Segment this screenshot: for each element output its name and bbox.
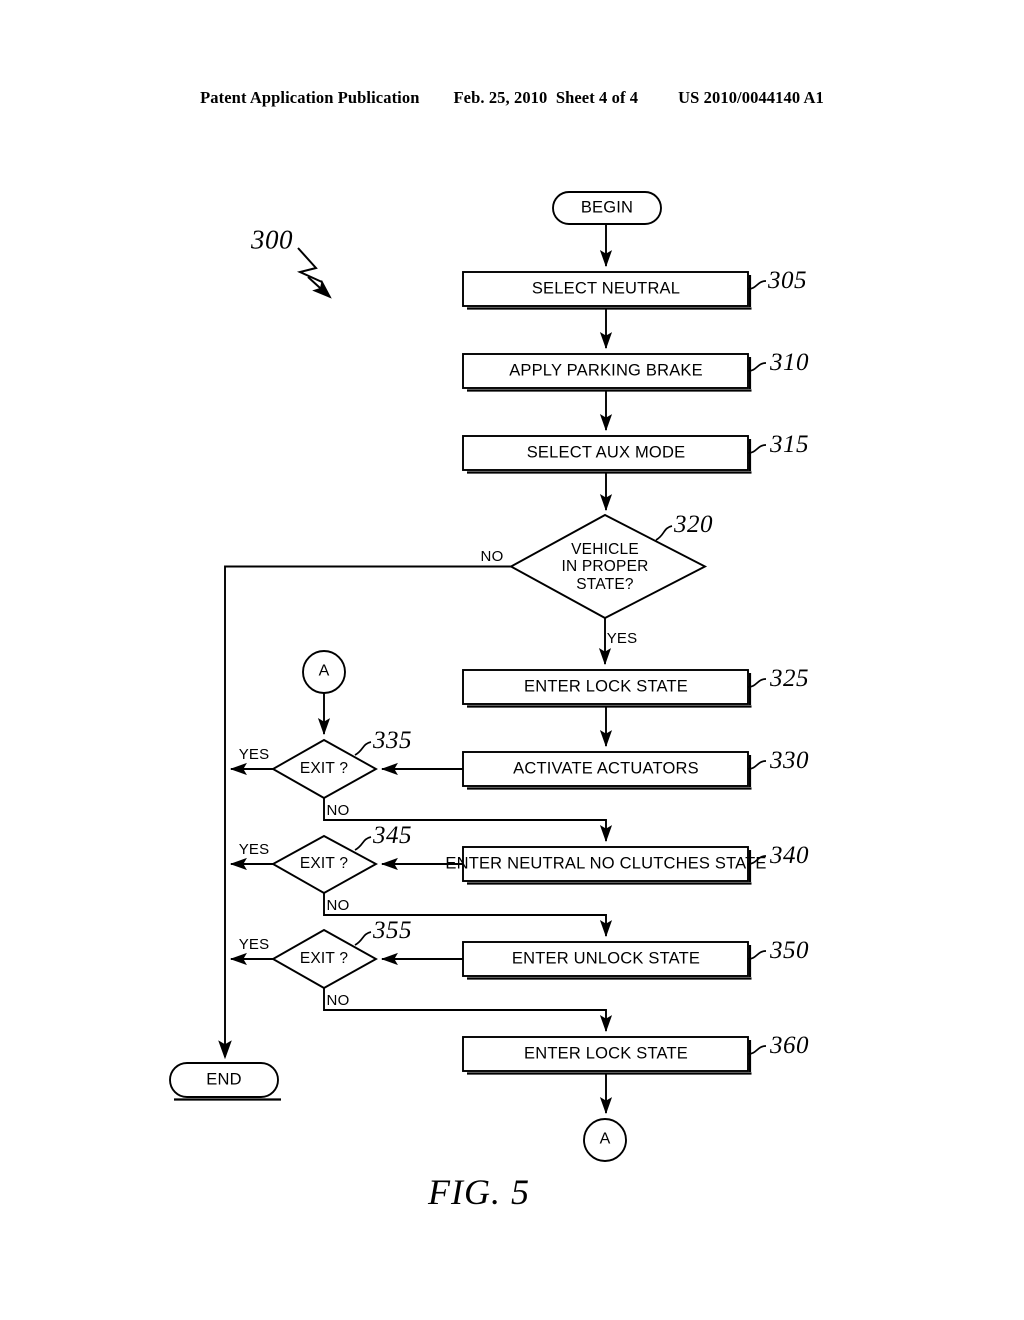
process-step-310-label: APPLY PARKING BRAKE <box>509 361 703 380</box>
decision-320-no-label: NO <box>480 548 504 566</box>
flow-arrows <box>317 224 613 1115</box>
reference-numeral-330: 330 <box>770 747 809 774</box>
reference-numeral-320: 320 <box>674 511 713 538</box>
process-step-315-label: SELECT AUX MODE <box>526 443 686 462</box>
reference-numeral-325: 325 <box>770 665 809 692</box>
decision-355-no-label: NO <box>326 992 350 1010</box>
flowchart-linework <box>169 191 767 1162</box>
process-step-330-label: ACTIVATE ACTUATORS <box>513 759 699 778</box>
reference-numeral-305: 305 <box>768 267 807 294</box>
reference-leaders <box>354 280 767 1055</box>
decision-335-no-label: NO <box>326 802 350 820</box>
reference-numeral-340: 340 <box>770 842 809 869</box>
process-step-350-label: ENTER UNLOCK STATE <box>511 949 701 968</box>
reference-numeral-315: 315 <box>770 431 809 458</box>
connector-a-top-label: A <box>318 662 330 680</box>
decision-345-label: EXIT ? <box>299 854 349 872</box>
reference-numeral-310: 310 <box>770 349 809 376</box>
process-step-325-label: ENTER LOCK STATE <box>524 677 688 696</box>
process-step-360-label: ENTER LOCK STATE <box>524 1044 688 1063</box>
no-branch-335-path <box>323 798 613 843</box>
no-branch-345-path <box>323 893 613 938</box>
diagram-id-leader <box>296 247 332 299</box>
terminal-end-label: END <box>206 1070 242 1089</box>
decision-335-label: EXIT ? <box>299 759 349 777</box>
decision-345-no-label: NO <box>326 897 350 915</box>
reference-numeral-360: 360 <box>770 1032 809 1059</box>
figure-caption: FIG. 5 <box>428 1172 530 1212</box>
decision-335-yes-label: YES <box>238 746 270 764</box>
decision-320-line-1: VEHICLE <box>571 540 639 558</box>
decision-320-yes-label: YES <box>606 630 638 648</box>
no-branch-320-path <box>218 565 511 1060</box>
no-branch-355-path <box>323 988 613 1033</box>
patent-sheet: Patent Application Publication Feb. 25, … <box>0 0 1024 1320</box>
reference-numeral-350: 350 <box>770 937 809 964</box>
decision-320-label: VEHICLE IN PROPER STATE? <box>561 541 648 593</box>
process-step-340-label: ENTER NEUTRAL NO CLUTCHES STATE <box>445 854 767 873</box>
decision-320-line-3: STATE? <box>576 575 634 593</box>
decision-355-label: EXIT ? <box>299 949 349 967</box>
decision-355-yes-label: YES <box>238 936 270 954</box>
connector-a-bottom-label: A <box>599 1130 611 1148</box>
decision-320-line-2: IN PROPER <box>561 558 649 576</box>
terminal-begin-label: BEGIN <box>580 198 634 217</box>
reference-numeral-345: 345 <box>373 822 412 849</box>
process-step-305-label: SELECT NEUTRAL <box>531 279 681 298</box>
decision-345-yes-label: YES <box>238 841 270 859</box>
reference-numeral-355: 355 <box>373 917 412 944</box>
reference-numeral-335: 335 <box>373 727 412 754</box>
diagram-id-label: 300 <box>251 224 293 255</box>
